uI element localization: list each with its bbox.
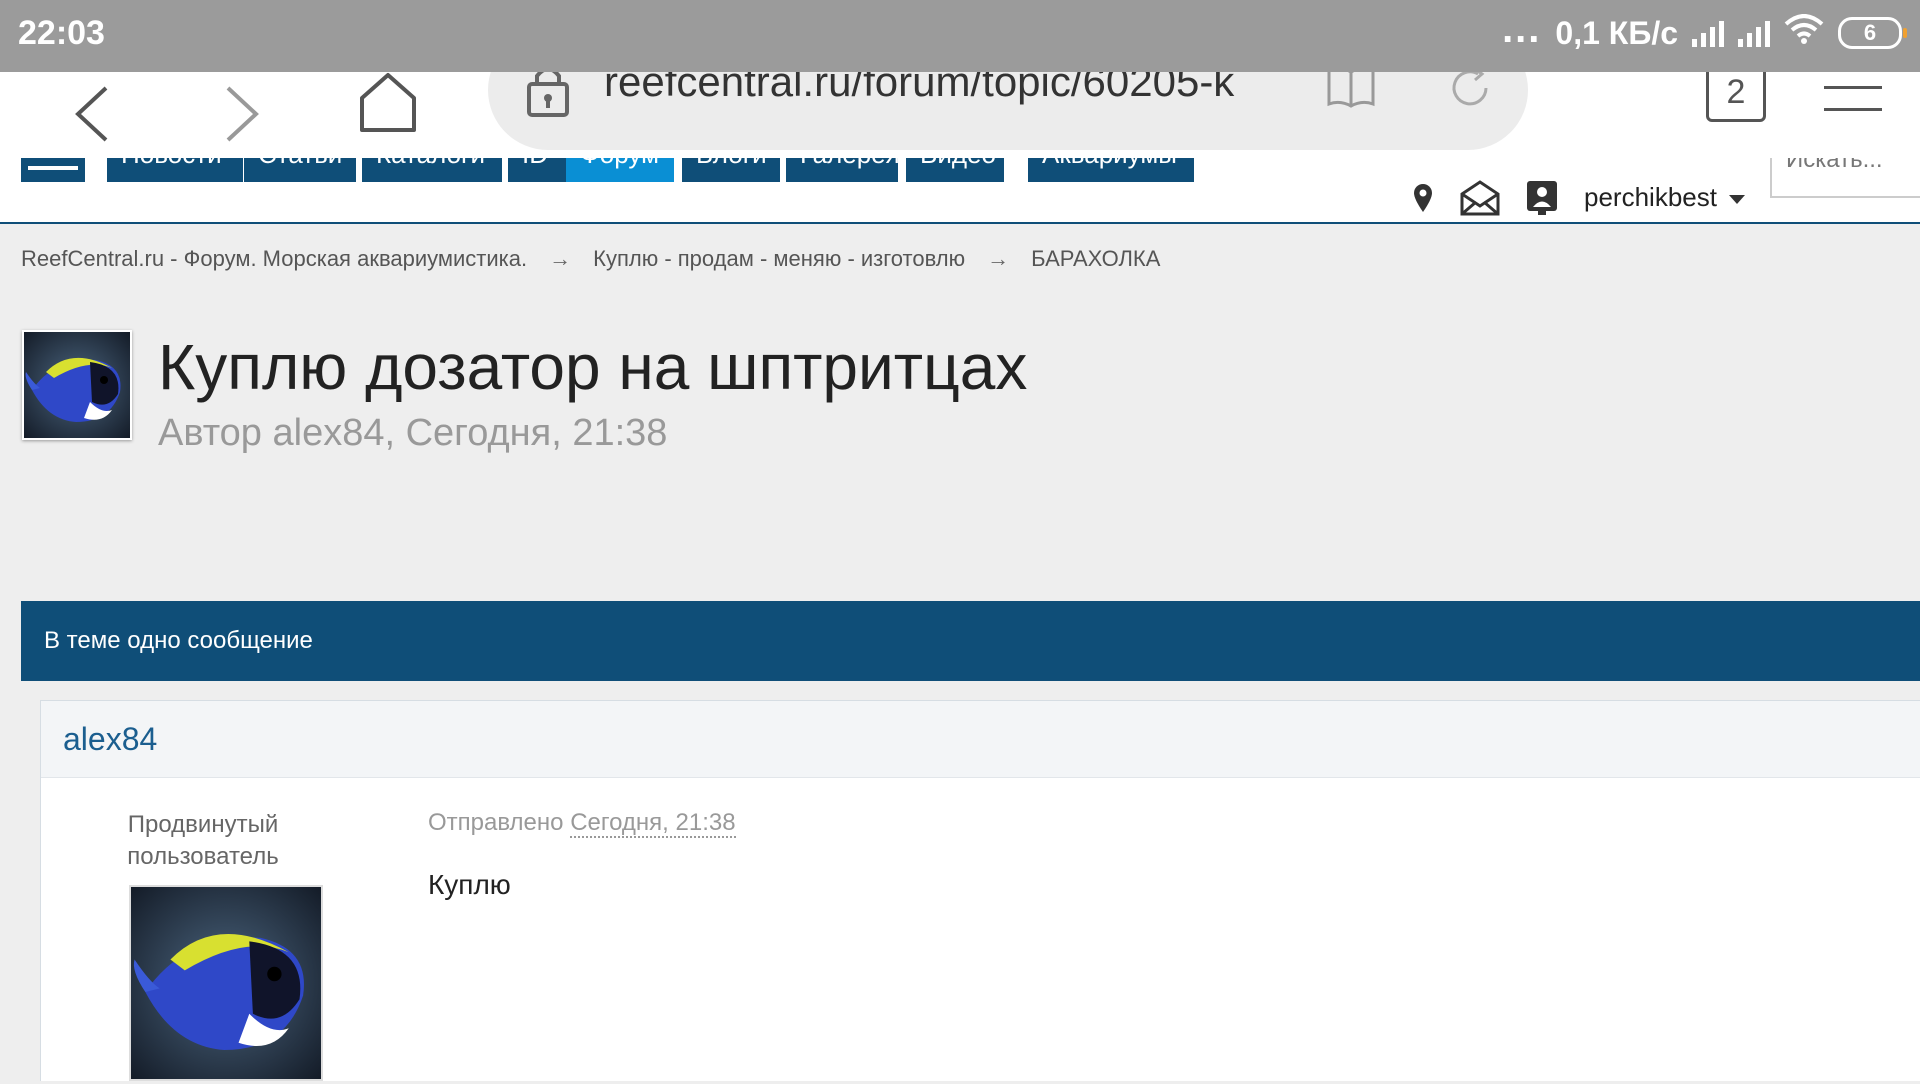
post-timestamp: Отправлено Сегодня, 21:38 (428, 809, 736, 838)
nav-tab-label: Каталоги (376, 158, 488, 167)
breadcrumb-link-forum-home[interactable]: ReefCentral.ru - Форум. Морская аквариум… (21, 246, 527, 272)
chevron-left-icon (75, 86, 108, 142)
rank-line: Продвинутый (127, 811, 279, 838)
breadcrumb-separator: → (549, 246, 572, 271)
breadcrumb-link-subforum[interactable]: БАРАХОЛКА (1031, 246, 1160, 272)
site-menu-button[interactable] (21, 158, 85, 182)
breadcrumb-separator: → (987, 246, 1010, 271)
site-header: Новости Статьи Каталоги ID Форум Блоги Г… (0, 158, 1920, 224)
location-pin-icon[interactable] (1412, 183, 1434, 218)
nav-tab-label: Галерея (800, 158, 898, 167)
fish-avatar-image (24, 332, 130, 438)
reload-button[interactable] (1448, 66, 1492, 115)
nav-tab-label: Форум (580, 158, 660, 167)
status-bar: 22:03 ... 0,1 КБ/с 6 (0, 0, 1920, 72)
nav-tab-aquariums[interactable]: Аквариумы (1028, 158, 1194, 182)
rank-line: пользователь (127, 843, 279, 870)
post-author-name[interactable]: alex84 (41, 701, 1920, 778)
nav-tab-blogs[interactable]: Блоги (682, 158, 780, 182)
messages-envelope-icon[interactable] (1460, 180, 1500, 221)
status-time: 22:03 (18, 14, 105, 52)
browser-menu-button[interactable] (1824, 64, 1882, 130)
posted-label: Отправлено (428, 809, 564, 836)
browser-toolbar: reefcentral.ru/forum/topic/60205-k 2 (0, 30, 1920, 158)
topic-author-avatar[interactable] (22, 330, 132, 440)
battery-icon: 6 (1838, 17, 1907, 49)
nav-tab-label: Аквариумы (1042, 158, 1180, 167)
post-author-avatar[interactable] (129, 885, 323, 1081)
topic-title: Куплю дозатор на шптритцах (158, 331, 1028, 403)
reload-icon (1452, 66, 1488, 106)
caret-down-icon (1728, 194, 1745, 204)
nav-tab-label: Статьи (258, 158, 342, 167)
signal-icon-2 (1738, 19, 1770, 47)
breadcrumb: ReefCentral.ru - Форум. Морская аквариум… (21, 246, 1160, 272)
nav-tab-gallery[interactable]: Галерея (786, 158, 898, 182)
nav-tab-label: Новости (121, 158, 229, 167)
menu-line (1824, 108, 1882, 111)
posted-date-link[interactable]: Сегодня, 21:38 (570, 809, 736, 838)
menu-line (1824, 86, 1882, 89)
forum-post: alex84 Продвинутый пользователь Отправле… (40, 700, 1920, 1081)
user-menu[interactable]: perchikbest (1584, 182, 1745, 213)
nav-tab-video[interactable]: Видео (906, 158, 1004, 182)
network-speed: 0,1 КБ/с (1555, 14, 1678, 51)
post-author-rank: Продвинутый пользователь (113, 809, 293, 873)
nav-tab-id[interactable]: ID (508, 158, 566, 182)
fish-avatar-image (131, 887, 321, 1079)
breadcrumb-link-section[interactable]: Куплю - продам - меняю - изготовлю (593, 246, 965, 272)
post-body: Куплю (428, 869, 511, 900)
forward-button[interactable] (210, 82, 274, 146)
home-icon (360, 73, 416, 132)
wifi-icon (1784, 14, 1824, 52)
topic-meta: Автор alex84, Сегодня, 21:38 (158, 412, 668, 454)
signal-icon (1692, 19, 1724, 47)
nav-tab-catalogs[interactable]: Каталоги (362, 158, 502, 182)
username-label: perchikbest (1584, 182, 1717, 212)
nav-tab-articles[interactable]: Статьи (244, 158, 356, 182)
notification-dots: ... (1502, 7, 1542, 51)
nav-tab-news[interactable]: Новости (107, 158, 243, 182)
profile-card-icon[interactable] (1526, 180, 1558, 221)
thread-message-count-bar: В теме одно сообщение (21, 601, 1920, 681)
nav-tab-label: Видео (920, 158, 996, 167)
back-button[interactable] (60, 82, 124, 146)
nav-tab-forum[interactable]: Форум (566, 158, 674, 182)
site-search-input[interactable]: Искать... (1770, 158, 1920, 198)
status-indicators: ... 0,1 КБ/с 6 (1502, 7, 1907, 52)
hamburger-icon (28, 166, 78, 170)
header-icons (1412, 180, 1558, 221)
chevron-right-icon (226, 86, 259, 142)
nav-tab-label: Блоги (696, 158, 767, 167)
nav-tab-label: ID (522, 158, 552, 167)
